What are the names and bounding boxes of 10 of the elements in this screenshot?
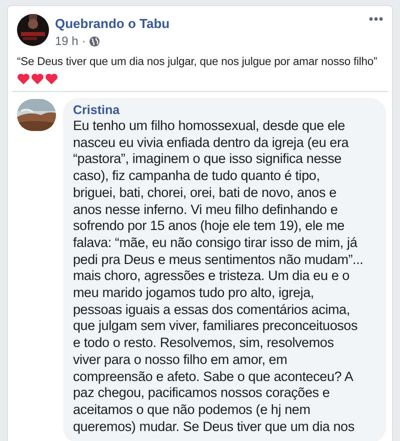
comment-text: Eu tenho um filho homossexual, desde que ele nasceu eu vivia enfiada dentro da igreja (eu era “pastora”, imaginem o que isso significa nesse caso), fiz campanha de tudo quanto é tipo, briguei, bati, chorei, orei, bati de novo, anos e anos nesse inferno. Vi meu filho definhando e sofrendo por 15 anos (hoje ele tem 19), ele me falava: “mãe, eu não consigo tirar isso de mim, já pedi pra Deus e meus sentimentos não mudam”... mais choro, agressões e tristeza. Um dia eu e o meu marido jogamos tudo pro alto, igreja, pessoas iguais a essas dos comentários acima, que julgam sem viver, familiares preconceituosos e todo o resto. Resolvemos, sim, resolvemos viver para o nosso filho em amor, em compreensão e afeto. Sabe o que aconteceu? A paz chegou, pacificamos nossos corações e aceitamos o que não podemos (e hj nem queremos) mudar. Se Deus tiver que um dia nos (73, 118, 364, 436)
more-options-icon[interactable] (369, 17, 383, 21)
heart-icon (45, 73, 58, 85)
heart-icon (31, 73, 44, 85)
post-time[interactable]: 19 h · (55, 34, 86, 48)
heart-icon (17, 73, 30, 85)
globe-icon (88, 36, 100, 46)
post-text: “Se Deus tiver que um dia nos julgar, que nos julgue por amar nosso filho” (17, 55, 378, 70)
page-name-link[interactable]: Quebrando o Tabu (55, 16, 170, 32)
commenter-name[interactable]: Cristina (73, 102, 378, 118)
